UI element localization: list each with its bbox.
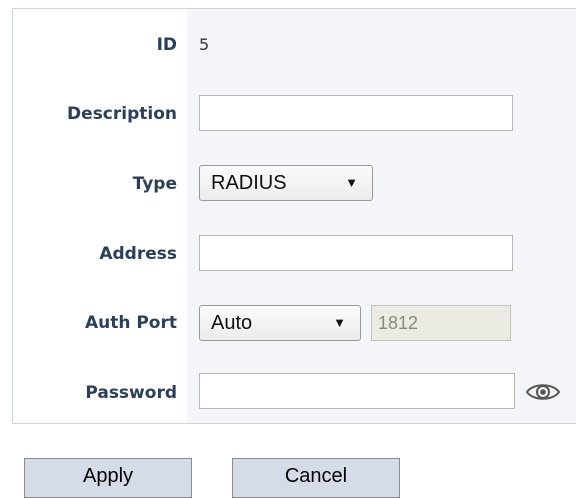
type-select[interactable]: RADIUS ▼ — [199, 165, 373, 201]
type-label: Type — [132, 174, 177, 194]
auth-port-row: Auth Port Auto ▼ 1812 — [13, 305, 576, 361]
auth-port-mode-select[interactable]: Auto ▼ — [199, 305, 361, 341]
description-label: Description — [67, 104, 177, 124]
password-label: Password — [85, 383, 177, 403]
cancel-button[interactable]: Cancel — [232, 458, 400, 498]
address-field[interactable] — [199, 235, 513, 271]
type-select-value: RADIUS — [211, 172, 287, 194]
eye-icon[interactable] — [525, 381, 561, 403]
server-form: ID 5 Description Type RADIUS ▼ Address A… — [12, 8, 576, 424]
address-label: Address — [99, 244, 177, 264]
type-row: Type RADIUS ▼ — [13, 165, 576, 221]
chevron-down-icon: ▼ — [345, 175, 358, 190]
id-value: 5 — [199, 35, 210, 54]
password-row: Password — [13, 373, 576, 429]
password-field[interactable] — [199, 373, 515, 409]
description-field[interactable] — [199, 95, 513, 131]
chevron-down-icon: ▼ — [333, 315, 346, 330]
id-label: ID — [156, 35, 177, 55]
id-row: ID 5 — [13, 35, 576, 91]
auth-port-label: Auth Port — [84, 313, 177, 333]
apply-button[interactable]: Apply — [24, 458, 192, 498]
address-row: Address — [13, 235, 576, 291]
auth-port-number-field: 1812 — [371, 305, 511, 341]
auth-port-mode-value: Auto — [211, 312, 253, 334]
description-row: Description — [13, 95, 576, 151]
